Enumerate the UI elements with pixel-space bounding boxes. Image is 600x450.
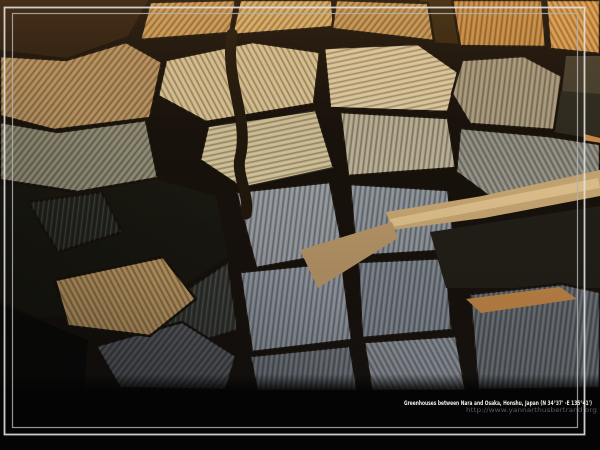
bottom-fade — [0, 374, 600, 392]
aerial-photo: Greenhouses between Nara and Osaka, Hons… — [0, 0, 600, 450]
wallpaper: Greenhouses between Nara and Osaka, Hons… — [0, 0, 600, 450]
credit-url-text: http://www.yannarthusbertrand.org — [466, 406, 597, 414]
